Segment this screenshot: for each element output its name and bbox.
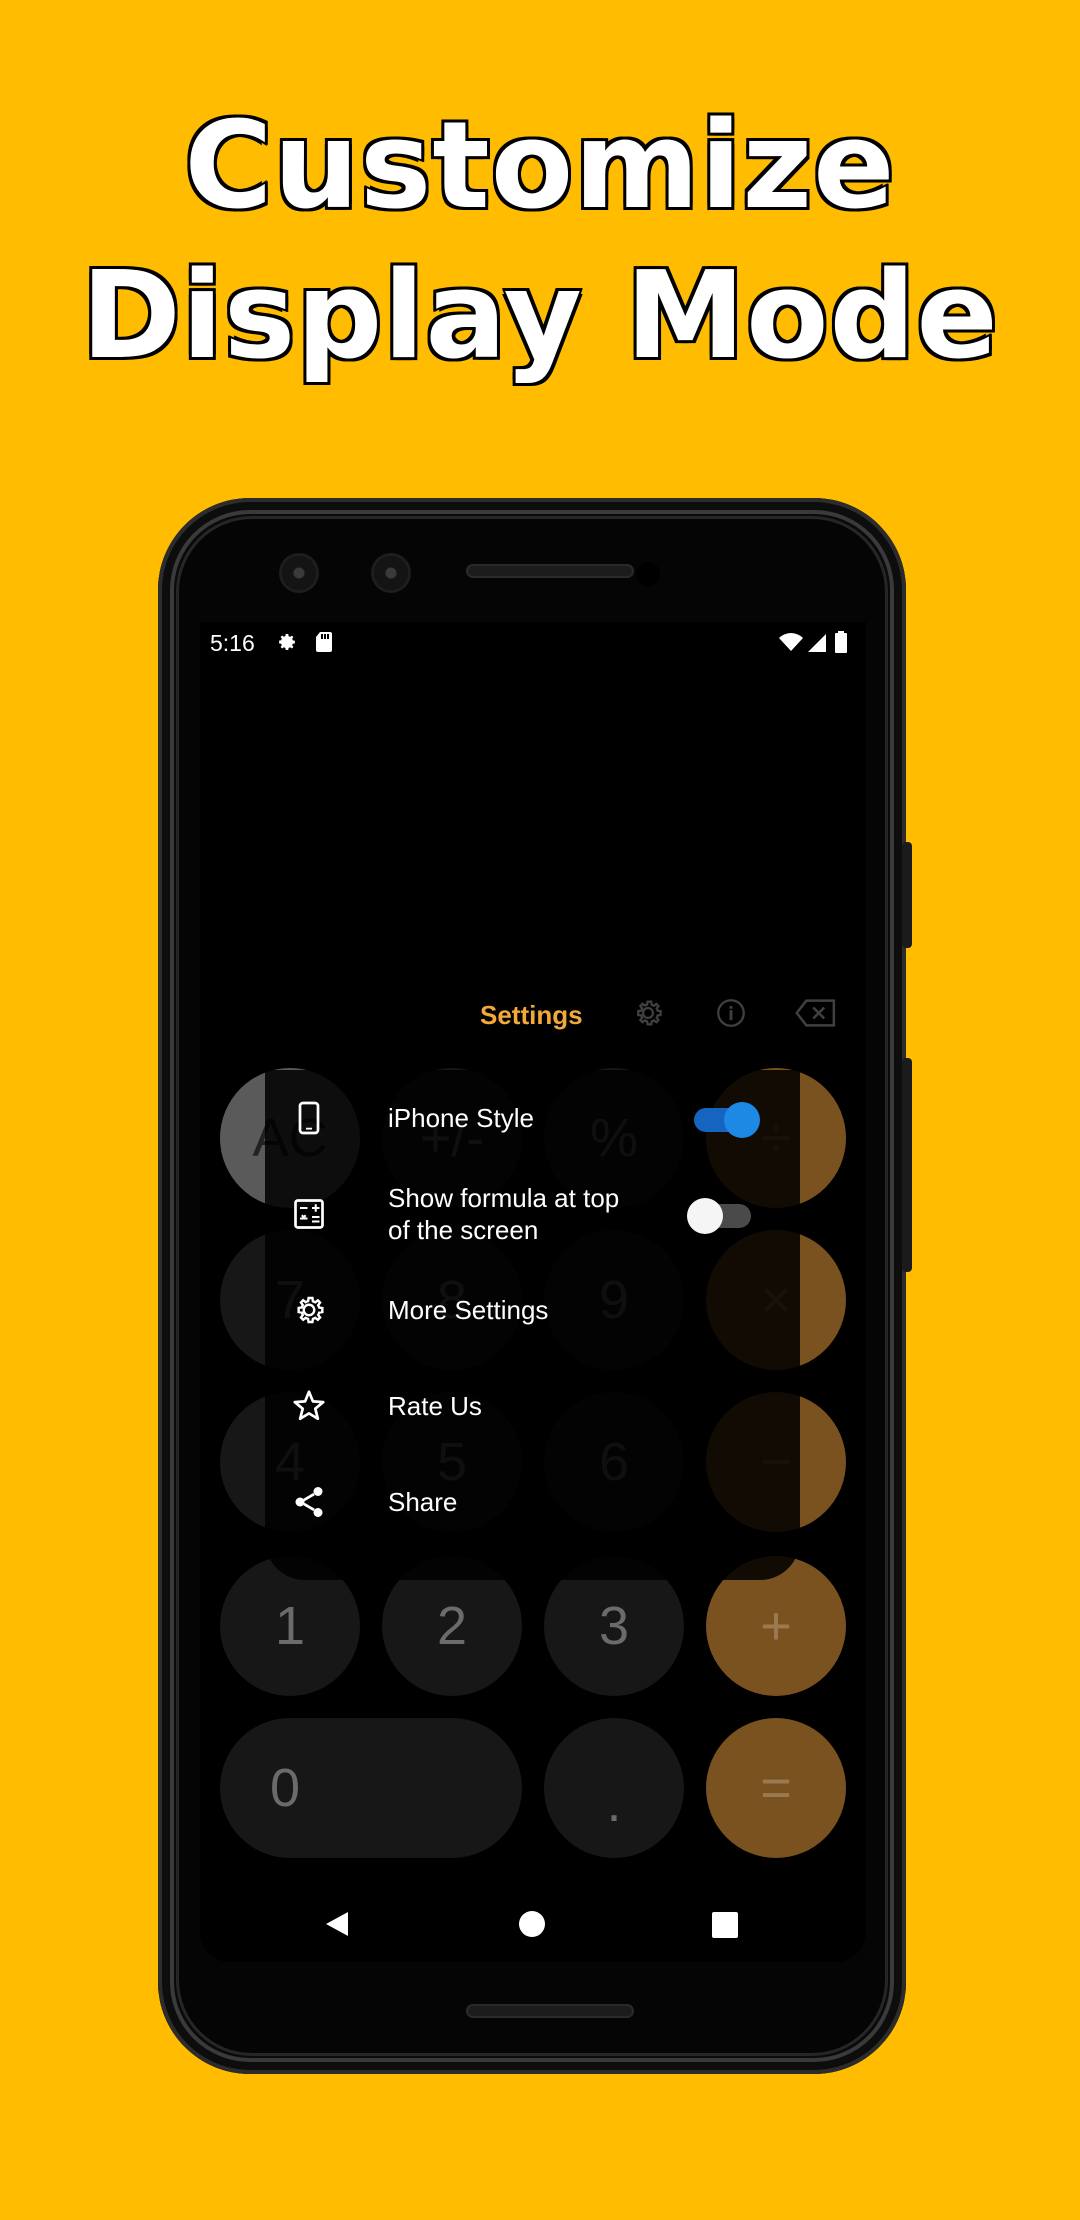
front-camera-icon [374,556,408,590]
signal-icon [806,630,828,660]
menu-item-label: More Settings [388,1295,549,1325]
settings-menu: iPhone Style Show formula at top of the … [265,1070,800,1580]
volume-button [902,1058,912,1272]
star-icon [291,1388,327,1424]
recents-icon[interactable] [712,1912,738,1943]
settings-title[interactable]: Settings [480,1000,583,1031]
sd-card-icon [314,630,334,660]
iphone-style-toggle[interactable] [694,1102,760,1138]
headline-line-2: Display Mode [79,245,1000,388]
earpiece-speaker [466,564,634,578]
menu-item-label: Share [388,1487,458,1517]
headline: Customize Display Mode [0,92,1080,392]
menu-item-label-line1: Show formula at top [388,1183,620,1213]
key-0-label: 0 [270,1758,301,1818]
home-icon[interactable] [518,1910,546,1943]
menu-item-label: iPhone Style [388,1103,534,1133]
menu-item-more-settings[interactable]: More Settings [265,1262,800,1358]
menu-item-label-line2: of the screen [388,1215,539,1245]
gear-icon [291,1292,327,1328]
key-decimal[interactable]: . [544,1718,684,1858]
share-icon [291,1484,327,1520]
calculator-icon [291,1196,327,1232]
front-camera-icon [282,556,316,590]
gear-icon[interactable] [631,996,665,1030]
navigation-bar [200,1882,866,1962]
menu-item-iphone-style[interactable]: iPhone Style [265,1070,800,1166]
phone-screen: 5:16 Settings AC +/- % ÷ 7 8 9 × 4 5 6 − [200,622,866,1962]
gear-icon [274,630,298,660]
proximity-sensor [636,562,660,586]
key-0[interactable]: 0 [220,1718,522,1858]
status-bar: 5:16 [200,622,866,662]
menu-item-rate-us[interactable]: Rate Us [265,1358,800,1454]
back-icon[interactable] [324,1910,350,1943]
info-icon[interactable] [714,996,748,1030]
show-formula-toggle[interactable] [687,1198,751,1234]
status-time: 5:16 [210,630,255,656]
wifi-icon [778,630,804,660]
power-button [902,842,912,948]
headline-line-1: Customize [182,95,896,238]
menu-item-label: Rate Us [388,1391,482,1421]
backspace-icon[interactable] [794,996,838,1030]
menu-item-share[interactable]: Share [265,1454,800,1550]
bottom-speaker [466,2004,634,2018]
menu-item-show-formula[interactable]: Show formula at top of the screen [265,1166,800,1262]
phone-icon [291,1100,327,1136]
key-equals[interactable]: = [706,1718,846,1858]
battery-icon [834,630,848,660]
